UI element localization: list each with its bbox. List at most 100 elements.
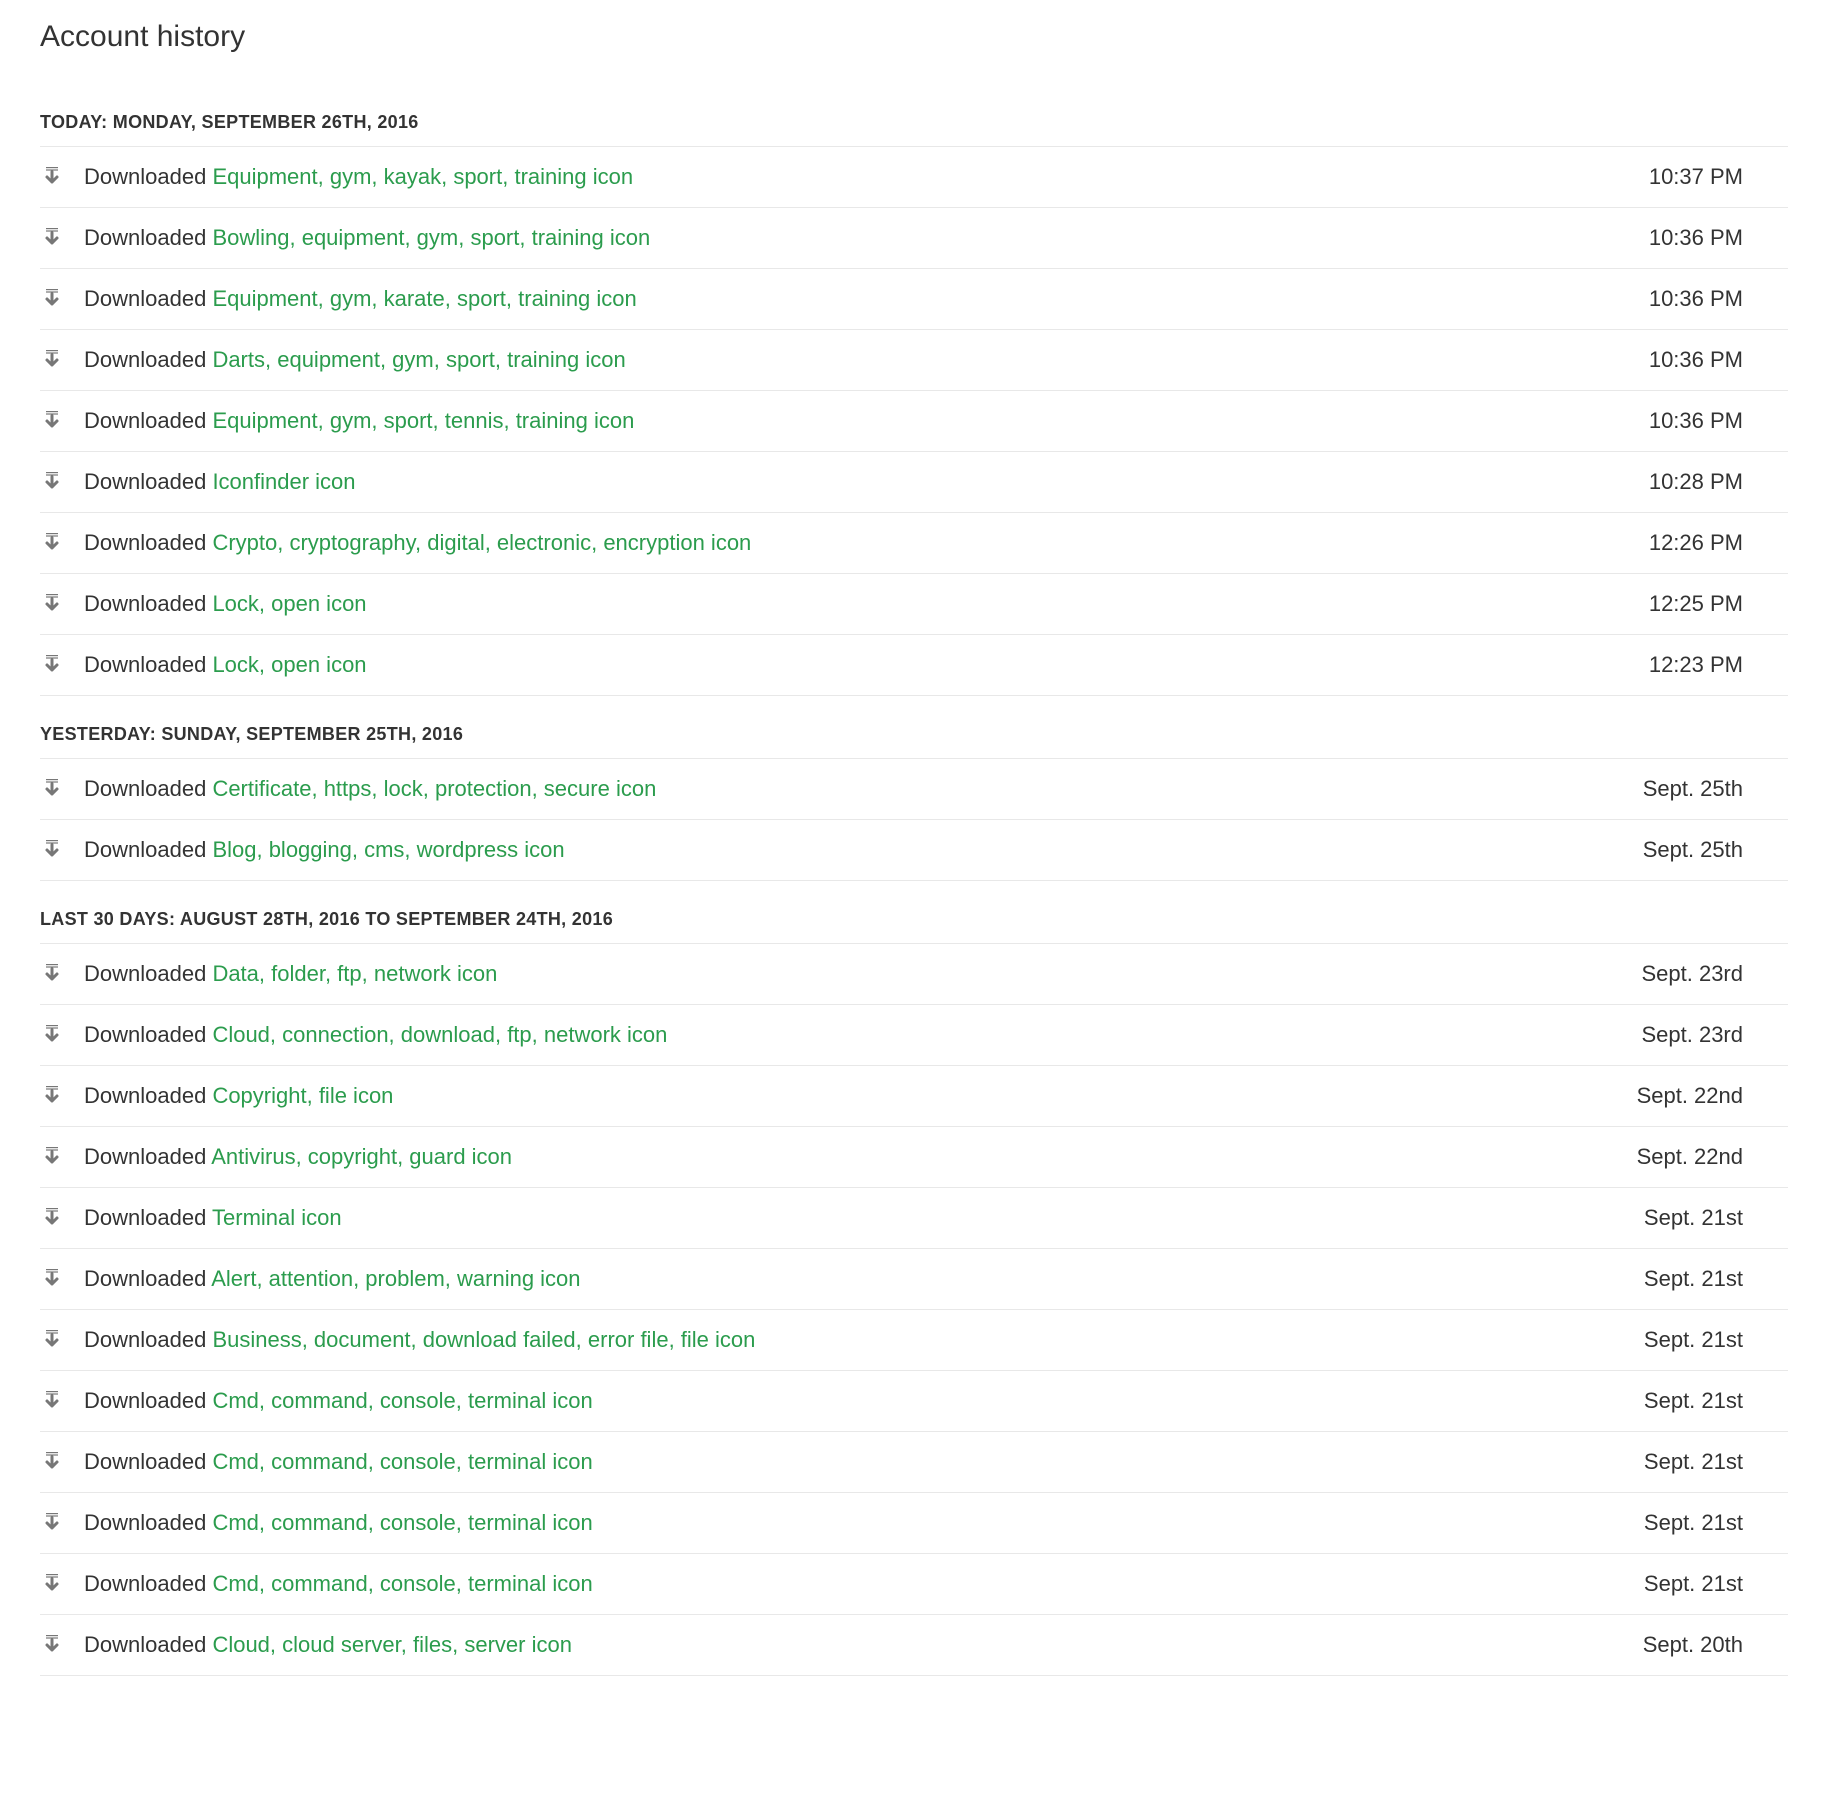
action-label: Downloaded bbox=[84, 286, 206, 311]
history-row-text: Downloaded Cmd, command, console, termin… bbox=[84, 1510, 1624, 1536]
download-icon bbox=[40, 472, 64, 492]
history-row-time: Sept. 25th bbox=[1623, 837, 1788, 863]
history-row: Downloaded Cmd, command, console, termin… bbox=[40, 1553, 1788, 1615]
history-row-text: Downloaded Iconfinder icon bbox=[84, 469, 1629, 495]
section-heading: YESTERDAY: SUNDAY, SEPTEMBER 25TH, 2016 bbox=[40, 696, 1788, 759]
action-label: Downloaded bbox=[84, 652, 206, 677]
icon-link[interactable]: Lock, open icon bbox=[212, 652, 366, 677]
history-row-time: Sept. 22nd bbox=[1617, 1144, 1788, 1170]
history-row-time: Sept. 21st bbox=[1624, 1266, 1788, 1292]
icon-link[interactable]: Cmd, command, console, terminal icon bbox=[212, 1388, 592, 1413]
history-row-time: 10:37 PM bbox=[1629, 164, 1788, 190]
icon-link[interactable]: Terminal icon bbox=[212, 1205, 342, 1230]
action-label: Downloaded bbox=[84, 961, 206, 986]
download-icon bbox=[40, 1391, 64, 1411]
history-row-time: Sept. 21st bbox=[1624, 1327, 1788, 1353]
history-row-text: Downloaded Antivirus, copyright, guard i… bbox=[84, 1144, 1617, 1170]
history-row: Downloaded Bowling, equipment, gym, spor… bbox=[40, 207, 1788, 269]
icon-link[interactable]: Equipment, gym, kayak, sport, training i… bbox=[212, 164, 633, 189]
history-row-text: Downloaded Equipment, gym, sport, tennis… bbox=[84, 408, 1629, 434]
action-label: Downloaded bbox=[84, 164, 206, 189]
download-icon bbox=[40, 779, 64, 799]
history-row-time: 10:36 PM bbox=[1629, 347, 1788, 373]
section-heading: LAST 30 DAYS: AUGUST 28TH, 2016 TO SEPTE… bbox=[40, 881, 1788, 944]
icon-link[interactable]: Crypto, cryptography, digital, electroni… bbox=[212, 530, 751, 555]
download-icon bbox=[40, 1086, 64, 1106]
history-row-time: 10:36 PM bbox=[1629, 225, 1788, 251]
history-row-time: 12:26 PM bbox=[1629, 530, 1788, 556]
history-row-text: Downloaded Data, folder, ftp, network ic… bbox=[84, 961, 1621, 987]
icon-link[interactable]: Darts, equipment, gym, sport, training i… bbox=[212, 347, 625, 372]
history-row: Downloaded Equipment, gym, kayak, sport,… bbox=[40, 146, 1788, 208]
history-row-time: Sept. 20th bbox=[1623, 1632, 1788, 1658]
history-container: TODAY: MONDAY, SEPTEMBER 26TH, 2016 Down… bbox=[40, 84, 1788, 1676]
icon-link[interactable]: Cloud, connection, download, ftp, networ… bbox=[212, 1022, 667, 1047]
action-label: Downloaded bbox=[84, 530, 206, 555]
icon-link[interactable]: Equipment, gym, karate, sport, training … bbox=[212, 286, 636, 311]
history-row-time: Sept. 23rd bbox=[1621, 961, 1788, 987]
icon-link[interactable]: Alert, attention, problem, warning icon bbox=[211, 1266, 580, 1291]
history-row: Downloaded Equipment, gym, sport, tennis… bbox=[40, 390, 1788, 452]
icon-link[interactable]: Equipment, gym, sport, tennis, training … bbox=[212, 408, 634, 433]
icon-link[interactable]: Data, folder, ftp, network icon bbox=[212, 961, 497, 986]
history-row-text: Downloaded Cloud, connection, download, … bbox=[84, 1022, 1621, 1048]
history-row-time: 12:25 PM bbox=[1629, 591, 1788, 617]
icon-link[interactable]: Blog, blogging, cms, wordpress icon bbox=[212, 837, 564, 862]
history-row-text: Downloaded Terminal icon bbox=[84, 1205, 1624, 1231]
action-label: Downloaded bbox=[84, 1266, 206, 1291]
history-row: Downloaded Business, document, download … bbox=[40, 1309, 1788, 1371]
action-label: Downloaded bbox=[84, 225, 206, 250]
history-row-time: 12:23 PM bbox=[1629, 652, 1788, 678]
history-row-time: 10:28 PM bbox=[1629, 469, 1788, 495]
history-row-time: Sept. 21st bbox=[1624, 1449, 1788, 1475]
icon-link[interactable]: Antivirus, copyright, guard icon bbox=[211, 1144, 512, 1169]
action-label: Downloaded bbox=[84, 1083, 206, 1108]
action-label: Downloaded bbox=[84, 591, 206, 616]
history-row: Downloaded Lock, open icon 12:25 PM bbox=[40, 573, 1788, 635]
history-row: Downloaded Antivirus, copyright, guard i… bbox=[40, 1126, 1788, 1188]
history-row-text: Downloaded Business, document, download … bbox=[84, 1327, 1624, 1353]
history-row: Downloaded Crypto, cryptography, digital… bbox=[40, 512, 1788, 574]
history-row-time: Sept. 22nd bbox=[1617, 1083, 1788, 1109]
history-row-time: Sept. 21st bbox=[1624, 1388, 1788, 1414]
history-row: Downloaded Iconfinder icon10:28 PM bbox=[40, 451, 1788, 513]
history-row: Downloaded Data, folder, ftp, network ic… bbox=[40, 943, 1788, 1005]
history-row-text: Downloaded Cmd, command, console, termin… bbox=[84, 1388, 1624, 1414]
history-row-time: Sept. 25th bbox=[1623, 776, 1788, 802]
download-icon bbox=[40, 533, 64, 553]
history-row: Downloaded Cmd, command, console, termin… bbox=[40, 1370, 1788, 1432]
download-icon bbox=[40, 840, 64, 860]
history-row-text: Downloaded Darts, equipment, gym, sport,… bbox=[84, 347, 1629, 373]
download-icon bbox=[40, 228, 64, 248]
download-icon bbox=[40, 411, 64, 431]
icon-link[interactable]: Lock, open icon bbox=[212, 591, 366, 616]
icon-link[interactable]: Business, document, download failed, err… bbox=[212, 1327, 755, 1352]
history-row: Downloaded Blog, blogging, cms, wordpres… bbox=[40, 819, 1788, 881]
action-label: Downloaded bbox=[84, 1327, 206, 1352]
download-icon bbox=[40, 594, 64, 614]
icon-link[interactable]: Copyright, file icon bbox=[212, 1083, 393, 1108]
icon-link[interactable]: Certificate, https, lock, protection, se… bbox=[212, 776, 656, 801]
icon-link[interactable]: Cmd, command, console, terminal icon bbox=[212, 1571, 592, 1596]
icon-link[interactable]: Iconfinder icon bbox=[212, 469, 355, 494]
history-row-text: Downloaded Equipment, gym, kayak, sport,… bbox=[84, 164, 1629, 190]
action-label: Downloaded bbox=[84, 776, 206, 801]
download-icon bbox=[40, 1208, 64, 1228]
download-icon bbox=[40, 1574, 64, 1594]
icon-link[interactable]: Cloud, cloud server, files, server icon bbox=[212, 1632, 572, 1657]
history-row-time: 10:36 PM bbox=[1629, 408, 1788, 434]
history-row: Downloaded Certificate, https, lock, pro… bbox=[40, 758, 1788, 820]
history-row: Downloaded Cloud, cloud server, files, s… bbox=[40, 1614, 1788, 1676]
history-row-text: Downloaded Cmd, command, console, termin… bbox=[84, 1449, 1624, 1475]
action-label: Downloaded bbox=[84, 1571, 206, 1596]
history-row: Downloaded Alert, attention, problem, wa… bbox=[40, 1248, 1788, 1310]
page-title: Account history bbox=[40, 20, 1788, 54]
history-row-text: Downloaded Bowling, equipment, gym, spor… bbox=[84, 225, 1629, 251]
icon-link[interactable]: Cmd, command, console, terminal icon bbox=[212, 1449, 592, 1474]
download-icon bbox=[40, 1513, 64, 1533]
history-row-text: Downloaded Crypto, cryptography, digital… bbox=[84, 530, 1629, 556]
download-icon bbox=[40, 1147, 64, 1167]
icon-link[interactable]: Bowling, equipment, gym, sport, training… bbox=[212, 225, 650, 250]
icon-link[interactable]: Cmd, command, console, terminal icon bbox=[212, 1510, 592, 1535]
history-row: Downloaded Cloud, connection, download, … bbox=[40, 1004, 1788, 1066]
